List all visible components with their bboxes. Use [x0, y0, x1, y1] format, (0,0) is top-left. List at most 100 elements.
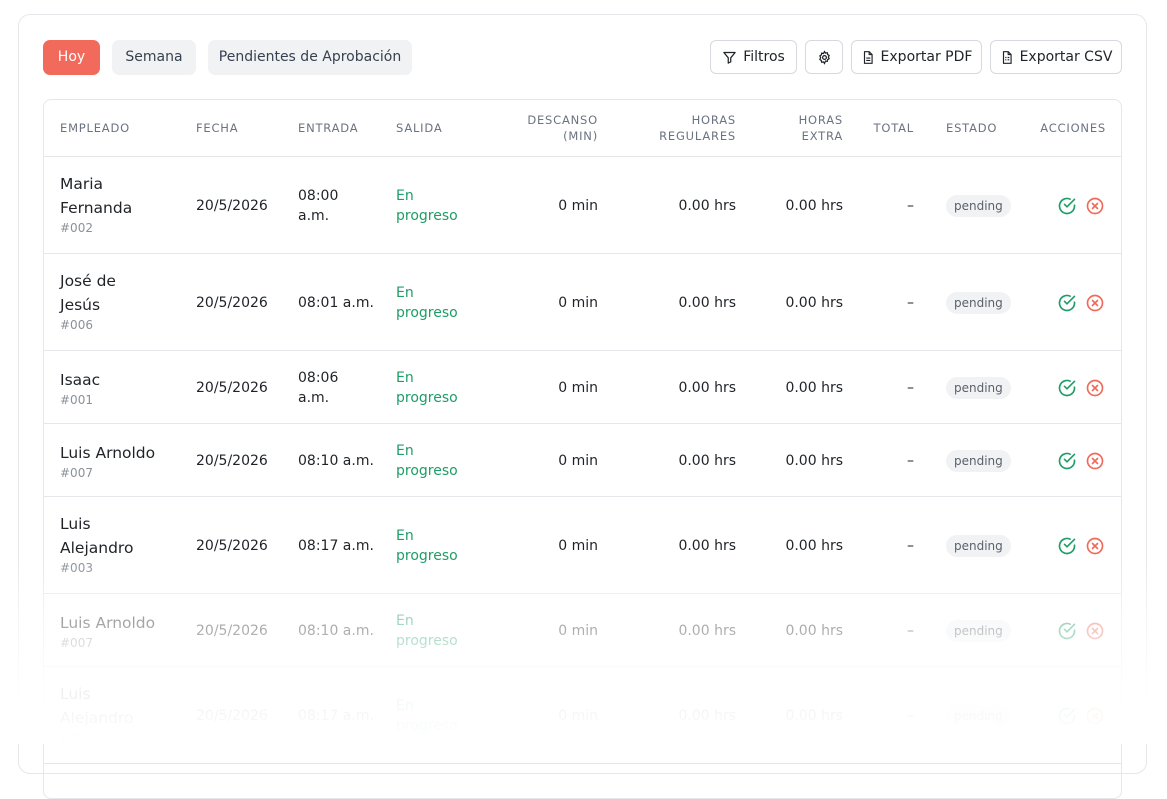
settings-button[interactable]	[805, 40, 843, 74]
column-header-descanso[interactable]: DESCANSO (MIN)	[527, 112, 598, 144]
clock-in-cell: 08:06 a.m.	[298, 368, 338, 408]
clock-in-cell: 08:01 a.m.	[298, 293, 374, 313]
clock-out-cell: En progreso	[396, 283, 458, 323]
column-header-estado[interactable]: ESTADO	[946, 120, 997, 136]
table-row: Luis Alejandro #003 20/5/2026 08:17 a.m.…	[44, 667, 1121, 764]
reject-icon[interactable]	[1085, 196, 1105, 216]
table-row: Luis Arnoldo #007 20/5/2026 08:10 a.m. E…	[44, 424, 1121, 497]
reject-icon[interactable]	[1085, 536, 1105, 556]
clock-out-line2: progreso	[396, 547, 458, 564]
overtime-hours-cell: 0.00 hrs	[785, 197, 843, 214]
employee-cell: Luis Arnoldo	[60, 611, 155, 635]
spreadsheet-icon	[1000, 50, 1014, 65]
break-minutes-cell: 0 min	[558, 707, 598, 724]
employee-id: #007	[60, 465, 93, 480]
column-header-salida[interactable]: SALIDA	[396, 120, 443, 136]
clock-out-line1: En	[396, 697, 414, 714]
column-header-descanso-line1: DESCANSO	[527, 113, 598, 127]
clock-in-line1: 08:17 a.m.	[298, 707, 374, 724]
date-cell: 20/5/2026	[196, 294, 268, 311]
export-csv-button[interactable]: Exportar CSV	[990, 40, 1122, 74]
clock-out-cell: En progreso	[396, 186, 458, 226]
clock-out-line2: progreso	[396, 717, 458, 734]
employee-name-line1: Isaac	[60, 370, 101, 389]
reject-icon[interactable]	[1085, 293, 1105, 313]
employee-id: #006	[60, 317, 93, 332]
status-badge: pending	[946, 449, 1011, 472]
regular-hours-cell: 0.00 hrs	[678, 197, 736, 214]
approve-icon[interactable]	[1057, 196, 1077, 216]
table-row: Luis Arnoldo #007 20/5/2026 08:10 a.m. E…	[44, 594, 1121, 667]
regular-hours-cell: 0.00 hrs	[678, 294, 736, 311]
column-header-entrada[interactable]: ENTRADA	[298, 120, 358, 136]
clock-in-line1: 08:01 a.m.	[298, 294, 374, 311]
column-header-empleado[interactable]: EMPLEADO	[60, 120, 130, 136]
approve-icon[interactable]	[1057, 451, 1077, 471]
reject-icon[interactable]	[1085, 621, 1105, 641]
column-header-fecha[interactable]: FECHA	[196, 120, 238, 136]
export-csv-label: Exportar CSV	[1019, 49, 1113, 65]
status-badge: pending	[946, 534, 1011, 557]
column-header-extra-line1: HORAS	[798, 113, 843, 127]
tab-hoy[interactable]: Hoy	[43, 40, 100, 75]
clock-out-line1: En	[396, 527, 414, 544]
total-cell: –	[907, 294, 914, 311]
approve-icon[interactable]	[1057, 378, 1077, 398]
regular-hours-cell: 0.00 hrs	[678, 452, 736, 469]
clock-out-line2: progreso	[396, 389, 458, 406]
column-header-regulares-line1: HORAS	[691, 113, 736, 127]
regular-hours-cell: 0.00 hrs	[678, 707, 736, 724]
regular-hours-cell: 0.00 hrs	[678, 379, 736, 396]
approve-icon[interactable]	[1057, 536, 1077, 556]
employee-name-line1: Maria	[60, 174, 104, 193]
clock-in-line1: 08:10 a.m.	[298, 452, 374, 469]
employee-cell: Luis Alejandro	[60, 682, 133, 730]
total-cell: –	[907, 379, 914, 396]
reject-icon[interactable]	[1085, 706, 1105, 726]
table-row: Maria Fernanda #002 20/5/2026 08:00 a.m.…	[44, 157, 1121, 254]
clock-out-line1: En	[396, 442, 414, 459]
date-cell: 20/5/2026	[196, 452, 268, 469]
approve-icon[interactable]	[1057, 706, 1077, 726]
column-header-horas-extra[interactable]: HORAS EXTRA	[799, 112, 843, 144]
clock-in-cell: 08:10 a.m.	[298, 451, 374, 471]
reject-icon[interactable]	[1085, 378, 1105, 398]
table-row: Luis Alejandro #003 20/5/2026 08:17 a.m.…	[44, 497, 1121, 594]
employee-name-line1: Luis Arnoldo	[60, 613, 156, 632]
employee-id: #001	[60, 392, 93, 407]
employee-id: #003	[60, 730, 93, 745]
clock-in-cell: 08:17 a.m.	[298, 706, 374, 726]
status-badge: pending	[946, 376, 1011, 399]
approve-icon[interactable]	[1057, 621, 1077, 641]
reject-icon[interactable]	[1085, 451, 1105, 471]
break-minutes-cell: 0 min	[558, 197, 598, 214]
employee-id: #007	[60, 635, 93, 650]
regular-hours-cell: 0.00 hrs	[678, 622, 736, 639]
tab-semana[interactable]: Semana	[112, 40, 196, 75]
filters-button[interactable]: Filtros	[710, 40, 797, 74]
employee-name-line2: Jesús	[60, 295, 101, 314]
column-header-total[interactable]: TOTAL	[874, 120, 914, 136]
column-header-regulares-line2: REGULARES	[659, 129, 736, 143]
clock-in-line2: a.m.	[298, 207, 330, 224]
clock-in-line1: 08:10 a.m.	[298, 622, 374, 639]
total-cell: –	[907, 197, 914, 214]
overtime-hours-cell: 0.00 hrs	[785, 537, 843, 554]
status-badge: pending	[946, 291, 1011, 314]
clock-out-cell: En progreso	[396, 441, 458, 481]
column-header-horas-regulares[interactable]: HORAS REGULARES	[659, 112, 736, 144]
break-minutes-cell: 0 min	[558, 379, 598, 396]
overtime-hours-cell: 0.00 hrs	[785, 622, 843, 639]
break-minutes-cell: 0 min	[558, 537, 598, 554]
approve-icon[interactable]	[1057, 293, 1077, 313]
status-badge: pending	[946, 194, 1011, 217]
total-cell: –	[907, 707, 914, 724]
employee-name-line1: José de	[60, 271, 116, 290]
tab-pendientes-aprobacion[interactable]: Pendientes de Aprobación	[208, 40, 412, 75]
export-pdf-button[interactable]: Exportar PDF	[851, 40, 982, 74]
employee-cell: Isaac	[60, 368, 100, 392]
date-cell: 20/5/2026	[196, 622, 268, 639]
employee-name-line1: Luis	[60, 514, 91, 533]
employee-id: #003	[60, 560, 93, 575]
employee-id: #002	[60, 220, 93, 235]
